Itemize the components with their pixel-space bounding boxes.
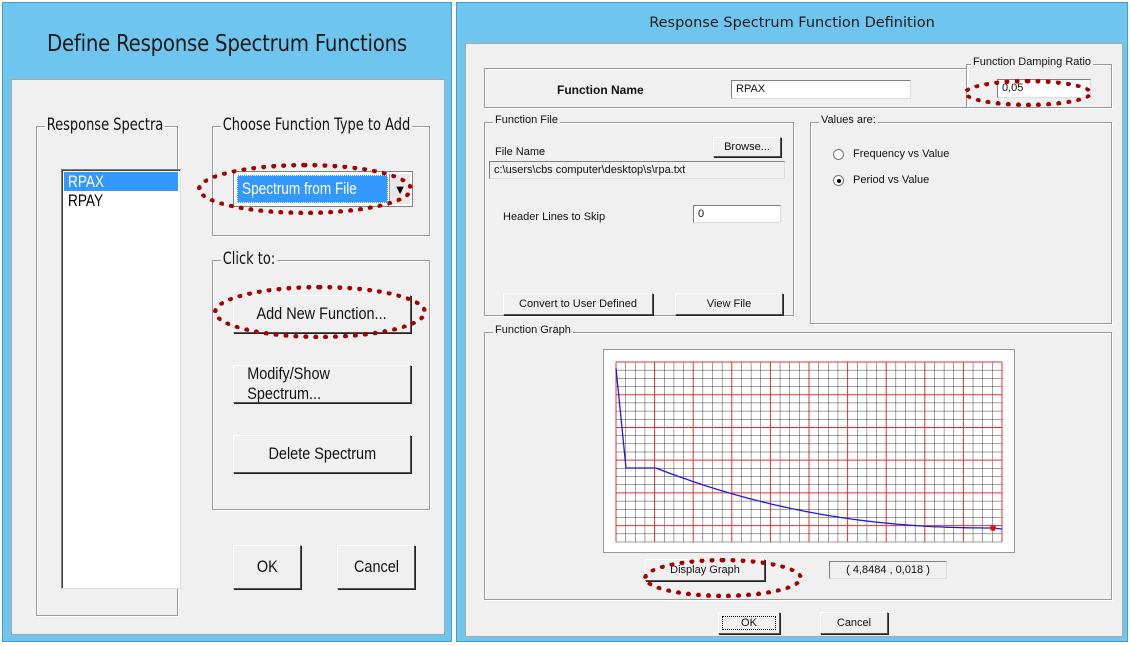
values-are-label: Values are: (819, 114, 878, 126)
response-spectra-group: Response Spectra RPAX RPAY (36, 115, 181, 616)
modify-show-spectrum-button[interactable]: Modify/Show Spectrum... (233, 364, 411, 403)
period-radio-label: Period vs Value (853, 174, 930, 186)
cancel-button[interactable]: Cancel (337, 545, 415, 589)
function-name-field[interactable]: RPAX (731, 80, 911, 99)
frequency-radio-label: Frequency vs Value (853, 148, 950, 160)
frequency-radio[interactable] (833, 149, 844, 160)
chevron-down-icon[interactable]: ▼ (389, 174, 410, 204)
dialog-body: Function Name RPAX Function Damping Rati… (465, 43, 1123, 637)
file-name-label: File Name (495, 146, 546, 158)
window-title: Response Spectrum Function Definition (649, 15, 935, 31)
function-type-group: Choose Function Type to Add Spectrum fro… (212, 115, 430, 236)
response-spectrum-definition-window: Response Spectrum Function Definition Fu… (456, 2, 1128, 642)
response-spectra-label: Response Spectra (45, 115, 165, 135)
cursor-point (990, 525, 996, 531)
delete-spectrum-button[interactable]: Delete Spectrum (233, 435, 411, 473)
header-lines-field[interactable]: 0 (693, 205, 781, 223)
function-file-group: Function File File Name Browse... c:\use… (484, 114, 794, 316)
spectra-listbox[interactable]: RPAX RPAY (61, 169, 181, 589)
coordinate-readout: ( 4,8484 , 0,018 ) (829, 561, 947, 579)
damping-ratio-field[interactable]: 0,05 (997, 79, 1091, 98)
add-new-function-button[interactable]: Add New Function... (233, 295, 411, 333)
function-graph-group: Function Graph Display Graph ( 4,8484 , … (484, 324, 1112, 600)
function-type-label: Choose Function Type to Add (221, 115, 412, 135)
function-type-dropdown[interactable]: Spectrum from File ▼ (233, 171, 413, 207)
ok-button[interactable]: OK (718, 612, 780, 634)
convert-to-user-defined-button[interactable]: Convert to User Defined (503, 293, 653, 315)
click-to-label: Click to: (221, 249, 277, 269)
view-file-button[interactable]: View File (675, 293, 783, 315)
file-path-field: c:\users\cbs computer\desktop\s\rpa.txt (489, 161, 785, 179)
window-title: Define Response Spectrum Functions (47, 31, 407, 57)
spectrum-chart (615, 361, 1003, 543)
list-item[interactable]: RPAX (64, 172, 178, 191)
click-to-group: Click to: Add New Function... Modify/Sho… (212, 249, 430, 510)
values-are-group: Values are: Frequency vs Value Period vs… (810, 114, 1112, 324)
ok-button[interactable]: OK (233, 545, 301, 589)
browse-button[interactable]: Browse... (713, 137, 781, 157)
function-type-value: Spectrum from File (237, 175, 388, 203)
display-graph-button[interactable]: Display Graph (645, 559, 765, 581)
function-graph (603, 349, 1015, 553)
dialog-body: Response Spectra RPAX RPAY Choose Functi… (11, 79, 445, 635)
function-name-label: Function Name (557, 83, 644, 97)
function-name-group: Function Name RPAX (484, 68, 968, 108)
list-item[interactable]: RPAY (64, 191, 178, 210)
damping-ratio-group: Function Damping Ratio 0,05 (966, 56, 1112, 108)
define-response-spectrum-window: Define Response Spectrum Functions Respo… (2, 2, 452, 642)
function-file-label: Function File (493, 114, 560, 126)
cancel-button[interactable]: Cancel (820, 612, 888, 634)
header-lines-label: Header Lines to Skip (503, 211, 606, 223)
function-graph-label: Function Graph (493, 324, 573, 336)
damping-ratio-label: Function Damping Ratio (971, 56, 1094, 68)
period-radio[interactable] (833, 175, 844, 186)
